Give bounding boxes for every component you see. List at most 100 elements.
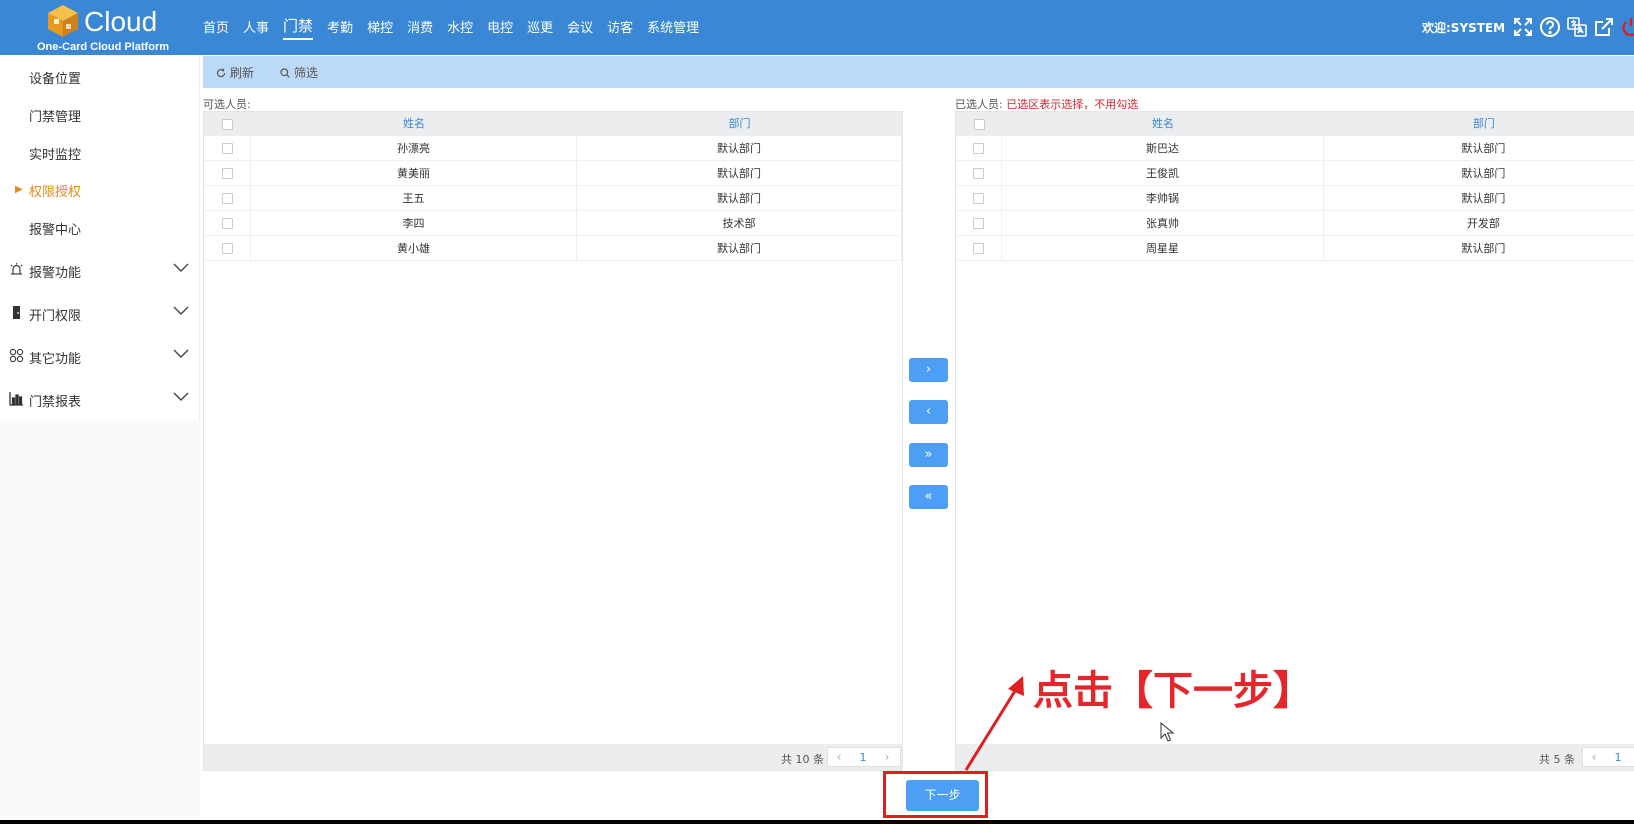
table-row[interactable]: 孙漂亮 默认部门 [204, 136, 902, 161]
select-all-cell [204, 112, 251, 136]
current-page[interactable]: 1 [850, 751, 876, 764]
row-checkbox-cell [204, 211, 251, 235]
row-checkbox[interactable] [973, 142, 985, 154]
cell-name: 李四 [251, 211, 577, 235]
table-header: 姓名 部门 [204, 112, 902, 136]
cell-dept: 默认部门 [577, 136, 902, 160]
sidebar-item-access-management[interactable]: 门禁管理 [29, 106, 81, 125]
column-header-dept[interactable]: 部门 [577, 112, 902, 136]
cell-name: 周星星 [1002, 236, 1324, 260]
filter-label: 筛选 [294, 66, 319, 80]
move-all-right-button[interactable]: » [909, 443, 948, 467]
move-all-left-button[interactable]: « [909, 485, 948, 509]
current-page[interactable]: 1 [1605, 751, 1631, 764]
pager: ‹ 1 › [827, 747, 901, 767]
row-checkbox-cell [204, 236, 251, 260]
sidebar-group-label: 报警功能 [29, 266, 82, 281]
total-count: 共 5 条 [1539, 753, 1575, 766]
nav-meeting[interactable]: 会议 [567, 17, 593, 38]
row-checkbox[interactable] [973, 192, 985, 204]
brand-subtitle: One-Card Cloud Platform [37, 41, 170, 53]
available-people-title: 可选人员: [203, 98, 251, 111]
row-checkbox[interactable] [221, 192, 233, 204]
nav-home[interactable]: 首页 [203, 17, 229, 38]
column-header-name[interactable]: 姓名 [251, 112, 577, 136]
selected-people-title-row: 已选人员: 已选区表示选择，不用勾选 [955, 96, 1138, 112]
nav-visitor[interactable]: 访客 [607, 17, 633, 38]
sidebar-item-device-location[interactable]: 设备位置 [29, 68, 81, 87]
main-nav: 首页 人事 门禁 考勤 梯控 消费 水控 电控 巡更 会议 访客 系统管理 [203, 0, 713, 55]
filter-button[interactable]: 筛选 [280, 64, 318, 81]
row-checkbox[interactable] [221, 167, 233, 179]
sidebar-group-access-report[interactable]: 门禁报表 [0, 379, 200, 419]
column-header-dept[interactable]: 部门 [1324, 112, 1634, 136]
nav-access-control[interactable]: 门禁 [283, 15, 314, 40]
fullscreen-icon[interactable] [1512, 16, 1534, 38]
nav-elevator[interactable]: 梯控 [367, 17, 393, 38]
table-row[interactable]: 斯巴达 默认部门 [956, 136, 1634, 161]
sidebar-item-realtime-monitor[interactable]: 实时监控 [29, 144, 81, 163]
row-checkbox[interactable] [973, 242, 985, 254]
sidebar-group-alarm[interactable]: 报警功能 [0, 250, 200, 290]
prev-page-button[interactable]: ‹ [828, 750, 850, 764]
nav-attendance[interactable]: 考勤 [327, 17, 353, 38]
cell-name: 李帅锅 [1002, 186, 1324, 210]
select-all-cell [956, 112, 1002, 136]
nav-patrol[interactable]: 巡更 [527, 17, 553, 38]
move-right-button[interactable]: › [909, 358, 948, 382]
tutorial-annotation: 点击【下一步】 [1033, 668, 1313, 714]
row-checkbox[interactable] [973, 167, 985, 179]
select-all-checkbox[interactable] [973, 118, 985, 130]
total-count: 共 10 条 [781, 753, 824, 766]
nav-consumption[interactable]: 消费 [407, 17, 433, 38]
cell-dept: 默认部门 [577, 236, 902, 260]
cell-name: 黄美丽 [251, 161, 577, 185]
prev-page-button[interactable]: ‹ [1583, 750, 1605, 764]
selected-rows: 斯巴达 默认部门 王俊凯 默认部门 李帅锅 默认部门 张真帅 开发部 周星星 默… [956, 136, 1634, 261]
row-checkbox-cell [956, 161, 1003, 185]
power-icon[interactable] [1620, 16, 1634, 38]
help-icon[interactable] [1539, 16, 1561, 38]
grid-icon [9, 348, 24, 363]
table-row[interactable]: 张真帅 开发部 [956, 211, 1634, 236]
sidebar-group-other[interactable]: 其它功能 [0, 336, 200, 376]
table-row[interactable]: 周星星 默认部门 [956, 236, 1634, 261]
refresh-label: 刷新 [230, 66, 255, 80]
nav-personnel[interactable]: 人事 [243, 17, 269, 38]
cube-logo-icon [48, 5, 78, 37]
table-row[interactable]: 黄小雄 默认部门 [204, 236, 902, 261]
row-checkbox-cell [204, 161, 251, 185]
external-link-icon[interactable] [1593, 16, 1615, 38]
translate-icon[interactable] [1566, 16, 1588, 38]
nav-water-control[interactable]: 水控 [447, 17, 473, 38]
sidebar-group-door-permission[interactable]: 开门权限 [0, 293, 200, 333]
select-all-checkbox[interactable] [222, 118, 233, 130]
logo: Cloud One-Card Cloud Platform [20, 2, 200, 54]
row-checkbox[interactable] [221, 217, 233, 229]
move-left-button[interactable]: ‹ [909, 400, 948, 424]
next-page-button[interactable]: › [876, 750, 898, 764]
chevron-down-icon [173, 392, 189, 401]
sidebar-group-label: 开门权限 [29, 309, 82, 324]
column-header-name[interactable]: 姓名 [1002, 112, 1323, 136]
row-checkbox-cell [956, 186, 1003, 210]
sidebar-item-permission-auth[interactable]: 权限授权 [29, 181, 81, 200]
next-step-button[interactable]: 下一步 [906, 780, 979, 811]
table-row[interactable]: 黄美丽 默认部门 [204, 161, 902, 186]
nav-system-management[interactable]: 系统管理 [647, 17, 699, 38]
nav-power-control[interactable]: 电控 [487, 17, 513, 38]
refresh-button[interactable]: 刷新 [216, 64, 254, 81]
pagination-bar: 共 10 条 ‹ 1 › [204, 744, 902, 770]
table-row[interactable]: 王五 默认部门 [204, 186, 902, 211]
row-checkbox[interactable] [221, 242, 233, 254]
annotation-arrow-icon [964, 676, 1024, 771]
row-checkbox[interactable] [973, 217, 985, 229]
sidebar-group-label: 门禁报表 [29, 395, 82, 410]
sidebar-item-alarm-center[interactable]: 报警中心 [29, 219, 81, 238]
row-checkbox[interactable] [221, 142, 233, 154]
table-row[interactable]: 李帅锅 默认部门 [956, 186, 1634, 211]
row-checkbox-cell [956, 136, 1003, 160]
table-row[interactable]: 李四 技术部 [204, 211, 902, 236]
table-header: 姓名 部门 [956, 112, 1634, 136]
table-row[interactable]: 王俊凯 默认部门 [956, 161, 1634, 186]
